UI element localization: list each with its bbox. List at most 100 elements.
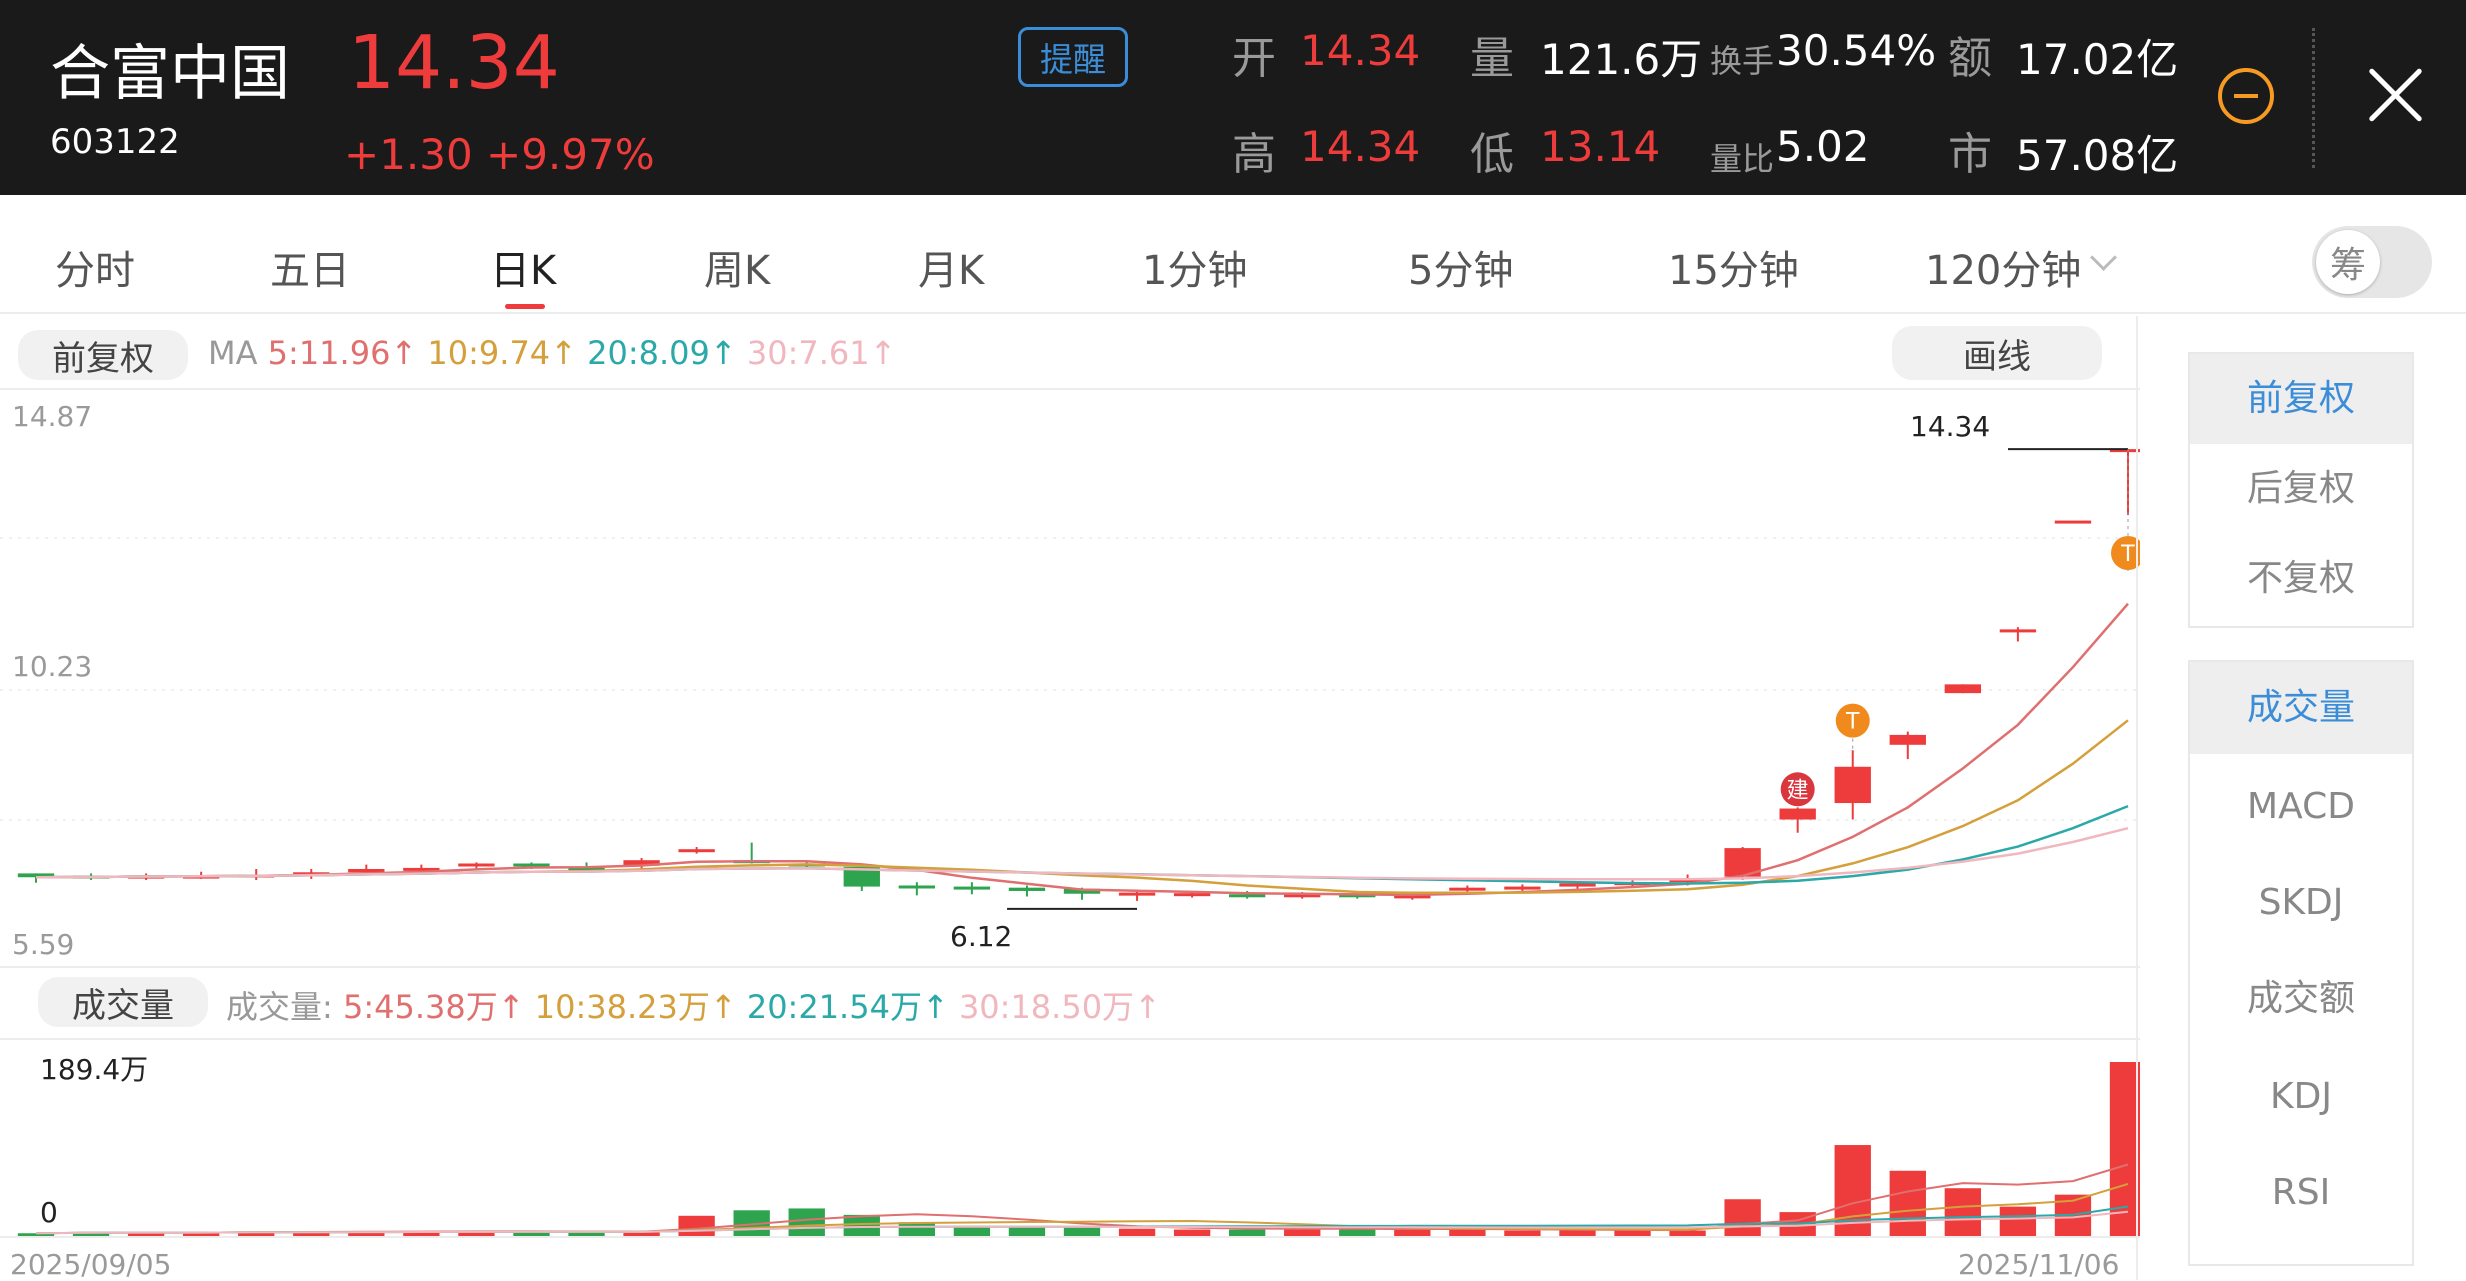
low-value: 13.14 (1540, 122, 1661, 171)
ma5-value: 5:11.96 (267, 334, 391, 372)
up-arrow-icon: ↑ (390, 334, 418, 372)
adjust-menu: 前复权 后复权 不复权 (2188, 352, 2414, 628)
volume-bar (1063, 1227, 1101, 1236)
volume-bar (1118, 1228, 1156, 1236)
candle-body (1559, 883, 1596, 887)
tab-120min[interactable]: 120分钟 (1925, 238, 2081, 296)
date-start: 2025/09/05 (10, 1248, 172, 1281)
divider (2312, 28, 2315, 168)
stock-name: 合富中国 (50, 39, 290, 109)
candle-body (1173, 893, 1211, 897)
price-grid (0, 537, 2136, 821)
tab-15min[interactable]: 15分钟 (1668, 238, 1799, 296)
ma-legend: MA 5:11.96↑ 10:9.74↑ 20:8.09↑ 30:7.61↑ (208, 334, 896, 372)
candles (17, 449, 2140, 901)
draw-line-button[interactable]: 画线 (1892, 326, 2102, 380)
build-marker-icon-label: 建 (1787, 778, 1809, 803)
ma10-line (35, 719, 2129, 895)
volume-pill[interactable]: 成交量 (38, 977, 208, 1027)
candle-body (898, 885, 936, 889)
indicator-menu: 成交量 MACD SKDJ 成交额 KDJ RSI (2188, 660, 2414, 1266)
side-item-forward-adjust[interactable]: 前复权 (2190, 354, 2412, 444)
volume-bars (17, 1062, 2140, 1236)
side-item-kdj[interactable]: KDJ (2190, 1052, 2412, 1142)
up-arrow-icon: ↑ (709, 988, 737, 1026)
low-label: 低 (1470, 129, 1514, 180)
volume-bar (1724, 1199, 1761, 1236)
vol-ma30-value: 30:18.50万 (958, 988, 1135, 1026)
up-arrow-icon: ↑ (921, 988, 949, 1026)
chip-distribution-toggle[interactable]: 筹 (2312, 226, 2432, 298)
divider (0, 1236, 2140, 1238)
tab-monthly-k[interactable]: 月K (918, 238, 984, 296)
alert-button[interactable]: 提醒 (1018, 27, 1128, 87)
volume-bar (1889, 1170, 1926, 1236)
ma30-value: 30:7.61 (746, 334, 870, 372)
adjust-mode-pill[interactable]: 前复权 (18, 330, 188, 380)
open-label: 开 (1232, 33, 1276, 84)
vol-ma5-value: 5:45.38万 (342, 988, 498, 1026)
volume-bar (1008, 1226, 1046, 1236)
tab-5min[interactable]: 5分钟 (1408, 238, 1513, 296)
candle-body (1228, 894, 1266, 898)
candlestick-chart[interactable]: 建 T T (0, 390, 2140, 970)
ma5-line (35, 602, 2129, 897)
side-item-macd[interactable]: MACD (2190, 762, 2412, 852)
candle-body (1889, 734, 1926, 745)
high-marker-label: 14.34 (1910, 410, 1991, 443)
toggle-knob: 筹 (2316, 230, 2380, 294)
up-arrow-icon: ↑ (497, 988, 525, 1026)
tab-five-day[interactable]: 五日 (270, 238, 350, 296)
high-label: 高 (1232, 129, 1276, 180)
quote-header: 合富中国 603122 14.34 +1.30 +9.97% 提醒 开 14.3… (0, 0, 2466, 195)
side-item-backward-adjust[interactable]: 后复权 (2190, 444, 2412, 534)
side-item-no-adjust[interactable]: 不复权 (2190, 534, 2412, 624)
candle-body (1008, 887, 1046, 891)
volume-legend: 成交量: 5:45.38万↑ 10:38.23万↑ 20:21.54万↑ 30:… (226, 982, 1161, 1028)
price-change-pct: +9.97% (486, 130, 655, 179)
turnover-label: 换手 (1710, 42, 1775, 80)
high-value: 14.34 (1300, 122, 1421, 171)
tab-weekly-k[interactable]: 周K (704, 238, 770, 296)
candle-body (678, 849, 715, 853)
stock-code: 603122 (50, 122, 180, 162)
side-item-skdj[interactable]: SKDJ (2190, 858, 2412, 948)
divider (0, 966, 2140, 968)
remove-watchlist-icon[interactable] (2218, 68, 2274, 124)
candle-body (1944, 684, 1982, 694)
mcap-label: 市 (1948, 129, 1992, 180)
tab-daily-k[interactable]: 日K (490, 238, 556, 296)
volume-label: 成交量: (226, 988, 333, 1026)
candle-body (458, 863, 495, 867)
candle-body (2054, 520, 2092, 524)
t-marker-icon-label: T (2120, 542, 2135, 567)
close-icon[interactable] (2365, 65, 2425, 125)
vol-ratio-label: 量比 (1710, 140, 1775, 178)
volume-label: 量 (1470, 33, 1514, 84)
candle-body (1999, 629, 2037, 633)
volume-bar (1944, 1188, 1982, 1236)
mcap-value: 57.08亿 (2016, 131, 2179, 180)
divider (2136, 316, 2138, 1280)
side-item-rsi[interactable]: RSI (2190, 1148, 2412, 1238)
vol-ma20-value: 20:21.54万 (746, 988, 922, 1026)
volume-bar (678, 1215, 715, 1236)
side-item-amount[interactable]: 成交额 (2190, 954, 2412, 1044)
tab-1min[interactable]: 1分钟 (1142, 238, 1247, 296)
side-item-volume[interactable]: 成交量 (2190, 662, 2412, 754)
tab-timeshare[interactable]: 分时 (55, 238, 135, 296)
price-markers: 建 T T (1007, 448, 2140, 910)
candle-body (953, 886, 991, 890)
volume-ma-lines (35, 1163, 2129, 1235)
volume-chart[interactable] (0, 1040, 2140, 1240)
ma-lines (35, 602, 2129, 897)
last-price: 14.34 (348, 20, 560, 106)
candle-body (513, 863, 550, 867)
vol-ma10-value: 10:38.23万 (534, 988, 710, 1026)
volume-bar (1999, 1206, 2037, 1236)
volume-value: 121.6万 (1540, 35, 1703, 84)
t-marker-icon-label: T (1845, 710, 1860, 735)
candle-body (348, 868, 385, 873)
amount-label: 额 (1948, 33, 1992, 84)
candle-body (1779, 808, 1816, 820)
